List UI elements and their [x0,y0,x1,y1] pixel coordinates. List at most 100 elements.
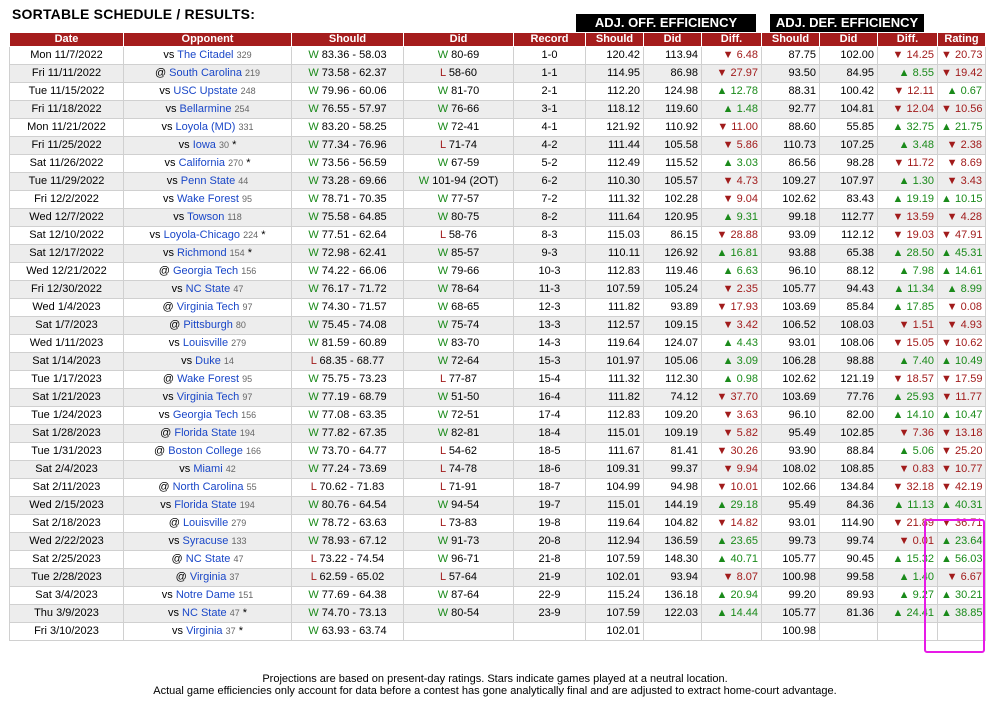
opponent-link[interactable]: NC State [186,553,231,565]
opponent-link[interactable]: Virginia Tech [177,301,240,313]
table-row: Wed 2/22/2023 vs Syracuse 133 W 78.93 - 6… [9,532,986,551]
sort-header-date[interactable]: Date [9,32,124,47]
sort-header-off-diff[interactable]: Diff. [701,32,762,47]
did-score[interactable]: 87-64 [451,589,479,601]
opponent-link[interactable]: Boston College [168,445,243,457]
sort-header-def-did[interactable]: Did [819,32,878,47]
did-score[interactable]: 76-66 [451,103,479,115]
opponent-link[interactable]: South Carolina [169,67,242,79]
down-arrow-icon: ▼ [716,481,731,493]
did-wl: W [437,355,449,367]
should-wl: L [310,571,317,583]
opponent-link[interactable]: Virginia [190,571,227,583]
did-score[interactable]: 94-54 [451,499,479,511]
opponent-link[interactable]: Florida State [174,499,236,511]
location-marker: @ [162,373,175,385]
did-score[interactable]: 54-62 [449,445,477,457]
did-result: W 72-64 [403,352,514,371]
opponent-link[interactable]: Louisville [183,517,228,529]
opponent-link[interactable]: Penn State [181,175,235,187]
did-score[interactable]: 80-54 [451,607,479,619]
did-score[interactable]: 67-59 [451,157,479,169]
did-score[interactable]: 68-65 [451,301,479,313]
game-rating-value: 0.67 [960,85,982,97]
sort-header-should[interactable]: Should [291,32,404,47]
off-did: 104.82 [643,514,702,533]
opponent-link[interactable]: Georgia Tech [173,265,238,277]
did-result: W 87-64 [403,586,514,605]
off-did: 105.57 [643,172,702,191]
did-score[interactable]: 81-70 [451,85,479,97]
did-score[interactable]: 91-73 [451,535,479,547]
record: 1-0 [513,46,586,65]
opponent-link[interactable]: Virginia [186,625,223,637]
opponent-link[interactable]: Loyola (MD) [176,121,236,133]
off-diff-value: 40.71 [730,553,758,565]
sort-header-off-did[interactable]: Did [643,32,702,47]
opponent-link[interactable]: NC State [186,283,231,295]
opponent-link[interactable]: Louisville [183,337,228,349]
opponent-link[interactable]: The Citadel [177,49,233,61]
did-score[interactable]: 51-50 [451,391,479,403]
did-score[interactable]: 82-81 [451,427,479,439]
opponent-link[interactable]: Virginia Tech [177,391,240,403]
opponent-link[interactable]: Richmond [177,247,227,259]
opponent-link[interactable]: Georgia Tech [173,409,238,421]
up-arrow-icon: ▲ [722,211,737,223]
did-score[interactable]: 77-87 [449,373,477,385]
sort-header-def-should[interactable]: Should [761,32,820,47]
opponent-link[interactable]: California [179,157,225,169]
did-wl: W [437,103,449,115]
did-score[interactable]: 78-64 [451,283,479,295]
opponent-link[interactable]: Florida State [174,427,236,439]
did-wl: W [437,85,449,97]
did-score[interactable]: 83-70 [451,337,479,349]
did-score[interactable]: 71-91 [449,481,477,493]
def-diff-value: 11.13 [907,499,934,511]
opponent-link[interactable]: Towson [187,211,224,223]
game-rating: ▲ 45.31 [937,244,986,263]
off-diff-value: 14.44 [730,607,758,619]
opponent-link[interactable]: Syracuse [183,535,229,547]
opponent-link[interactable]: Bellarmine [180,103,232,115]
opponent-link[interactable]: North Carolina [173,481,244,493]
opponent-link[interactable]: Duke [195,355,221,367]
game-rating-value: 42.19 [954,481,983,493]
did-score[interactable]: 58-76 [449,229,477,241]
opponent-link[interactable]: USC Upstate [173,85,237,97]
did-score[interactable]: 96-71 [451,553,479,565]
did-score[interactable]: 80-75 [451,211,479,223]
did-score[interactable]: 75-74 [451,319,479,331]
opponent-rank: 44 [238,176,249,186]
opponent-link[interactable]: Wake Forest [177,373,239,385]
sort-header-off-should[interactable]: Should [585,32,644,47]
did-score[interactable]: 80-69 [451,49,479,61]
did-score[interactable]: 57-64 [449,571,477,583]
did-score[interactable]: 71-74 [449,139,477,151]
opponent-link[interactable]: Iowa [193,139,216,151]
did-score[interactable]: 72-64 [451,355,479,367]
did-score[interactable]: 79-66 [451,265,479,277]
opponent-link[interactable]: NC State [182,607,227,619]
sort-header-def-diff[interactable]: Diff. [877,32,938,47]
opponent-link[interactable]: Pittsburgh [183,319,233,331]
opponent-link[interactable]: Miami [193,463,222,475]
opponent-cell: vs Miami 42 [123,460,292,479]
opponent-link[interactable]: Loyola-Chicago [164,229,240,241]
did-score[interactable]: 73-83 [449,517,477,529]
table-row: Sat 3/4/2023 vs Notre Dame 151 W 77.69 - … [9,586,986,605]
sort-header-opponent[interactable]: Opponent [123,32,292,47]
did-score[interactable]: 74-78 [449,463,477,475]
opponent-link[interactable]: Wake Forest [177,193,239,205]
did-score[interactable]: 58-60 [449,67,477,79]
sort-header-did[interactable]: Did [403,32,514,47]
did-score[interactable]: 77-57 [451,193,479,205]
did-score[interactable]: 101-94 (2OT) [432,175,498,187]
sort-header-rating[interactable]: Rating [937,32,986,47]
did-result: W 81-70 [403,82,514,101]
opponent-link[interactable]: Notre Dame [176,589,235,601]
did-score[interactable]: 85-57 [451,247,479,259]
did-score[interactable]: 72-51 [451,409,479,421]
sort-header-record[interactable]: Record [513,32,586,47]
did-score[interactable]: 72-41 [451,121,479,133]
